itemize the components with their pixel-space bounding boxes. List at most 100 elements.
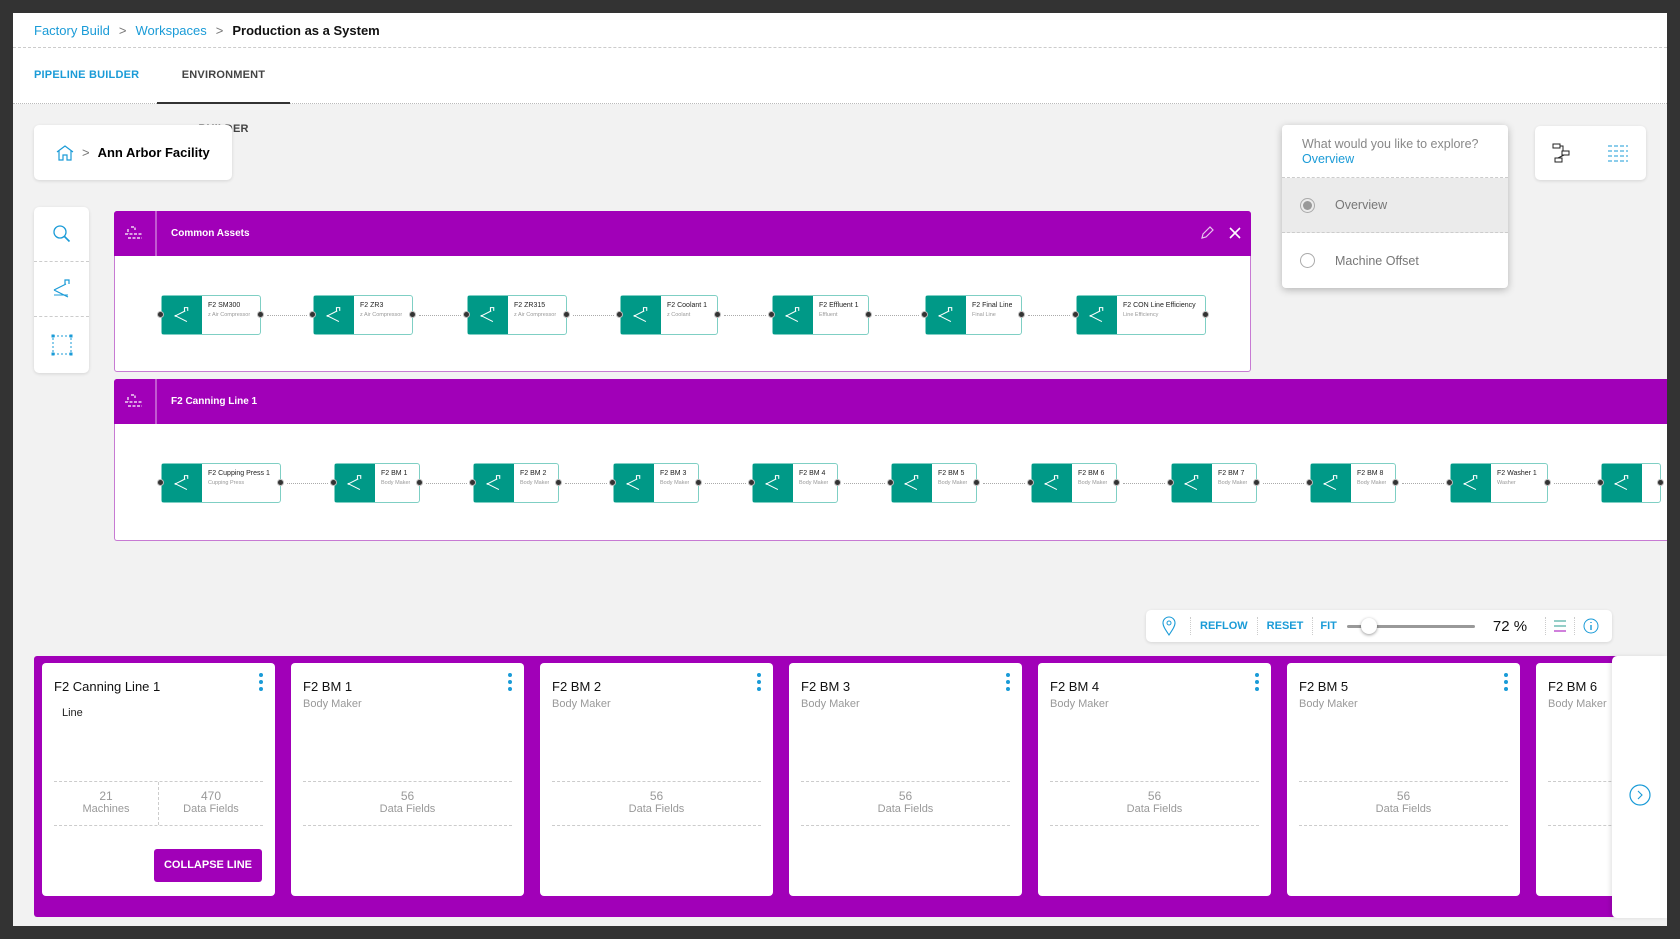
connection-port[interactable] bbox=[463, 311, 470, 318]
connection-port[interactable] bbox=[834, 479, 841, 486]
connection-port[interactable] bbox=[309, 311, 316, 318]
stat-label: Data Fields bbox=[1126, 803, 1183, 815]
connection-port[interactable] bbox=[1113, 479, 1120, 486]
more-options-icon[interactable] bbox=[1006, 673, 1010, 691]
machine-node[interactable]: F2 BM 2 Body Maker bbox=[473, 463, 559, 503]
connection-port[interactable] bbox=[563, 311, 570, 318]
info-icon[interactable] bbox=[1583, 618, 1599, 634]
legend-icon[interactable] bbox=[1553, 619, 1567, 633]
machine-node[interactable]: F2 ZR315 z Air Compressor bbox=[467, 295, 567, 335]
connection-line bbox=[1263, 483, 1304, 484]
connection-port[interactable] bbox=[416, 479, 423, 486]
card-title: F2 BM 2 bbox=[552, 679, 602, 694]
connection-port[interactable] bbox=[748, 479, 755, 486]
radio-checked-icon[interactable] bbox=[1300, 197, 1315, 213]
tab-environment-builder[interactable]: ENVIRONMENT BUILDER bbox=[157, 48, 290, 135]
connection-port[interactable] bbox=[695, 479, 702, 486]
select-area-button[interactable] bbox=[34, 317, 89, 372]
machine-card[interactable]: F2 BM 4 Body Maker 56 Data Fields bbox=[1038, 663, 1271, 896]
connection-port[interactable] bbox=[1392, 479, 1399, 486]
machine-node[interactable]: F2 Washer 1 Washer bbox=[1450, 463, 1548, 503]
add-machine-button[interactable] bbox=[34, 262, 89, 317]
hierarchy-view-icon[interactable] bbox=[1552, 143, 1572, 163]
connection-port[interactable] bbox=[887, 479, 894, 486]
connection-port[interactable] bbox=[469, 479, 476, 486]
location-pin-icon[interactable] bbox=[1162, 616, 1176, 636]
connection-port[interactable] bbox=[1027, 479, 1034, 486]
explore-select[interactable]: What would you like to explore? Overview bbox=[1282, 125, 1508, 178]
breadcrumb-factory-build[interactable]: Factory Build bbox=[34, 23, 110, 38]
machine-node[interactable]: F2 BM 7 Body Maker bbox=[1171, 463, 1257, 503]
connection-port[interactable] bbox=[1167, 479, 1174, 486]
machine-node[interactable]: F2 ZR3 z Air Compressor bbox=[313, 295, 413, 335]
machine-card[interactable]: F2 Canning Line 1 Line 21 Machines 470 Data F… bbox=[42, 663, 275, 896]
machine-card[interactable]: F2 BM 2 Body Maker 56 Data Fields bbox=[540, 663, 773, 896]
view-switcher bbox=[1535, 126, 1646, 180]
search-button[interactable] bbox=[34, 207, 89, 262]
collapse-line-button[interactable]: COLLAPSE LINE bbox=[154, 849, 262, 882]
machine-node[interactable]: F2 BM 4 Body Maker bbox=[752, 463, 838, 503]
machine-card[interactable]: F2 BM 5 Body Maker 56 Data Fields bbox=[1287, 663, 1520, 896]
machine-card[interactable]: F2 BM 1 Body Maker 56 Data Fields bbox=[291, 663, 524, 896]
table-view-icon[interactable] bbox=[1607, 144, 1629, 162]
connection-port[interactable] bbox=[1202, 311, 1209, 318]
close-icon[interactable] bbox=[1228, 226, 1242, 240]
connection-port[interactable] bbox=[1657, 479, 1664, 486]
machine-node[interactable]: F2 BM 3 Body Maker bbox=[613, 463, 699, 503]
more-options-icon[interactable] bbox=[259, 673, 263, 691]
connection-port[interactable] bbox=[330, 479, 337, 486]
machine-node[interactable]: F2 BM 5 Body Maker bbox=[891, 463, 977, 503]
chevron-right-circle-icon[interactable] bbox=[1629, 784, 1651, 806]
connection-port[interactable] bbox=[1018, 311, 1025, 318]
machine-card[interactable]: F2 BM 3 Body Maker 56 Data Fields bbox=[789, 663, 1022, 896]
connection-port[interactable] bbox=[1306, 479, 1313, 486]
connection-port[interactable] bbox=[1544, 479, 1551, 486]
connection-port[interactable] bbox=[609, 479, 616, 486]
connection-port[interactable] bbox=[1072, 311, 1079, 318]
connection-port[interactable] bbox=[555, 479, 562, 486]
connection-port[interactable] bbox=[409, 311, 416, 318]
breadcrumb-workspaces[interactable]: Workspaces bbox=[135, 23, 206, 38]
more-options-icon[interactable] bbox=[757, 673, 761, 691]
fit-button[interactable]: FIT bbox=[1320, 620, 1337, 632]
connection-port[interactable] bbox=[714, 311, 721, 318]
machine-node[interactable] bbox=[1601, 463, 1661, 503]
option-overview[interactable]: Overview bbox=[1282, 178, 1508, 233]
machine-node[interactable]: F2 Cupping Press 1 Cupping Press bbox=[161, 463, 281, 503]
connection-port[interactable] bbox=[865, 311, 872, 318]
node-type: Body Maker bbox=[1078, 480, 1108, 486]
connection-port[interactable] bbox=[157, 311, 164, 318]
connection-port[interactable] bbox=[768, 311, 775, 318]
more-options-icon[interactable] bbox=[1504, 673, 1508, 691]
connection-port[interactable] bbox=[277, 479, 284, 486]
machine-node[interactable]: F2 CON Line Efficiency Line Efficiency bbox=[1076, 295, 1206, 335]
connection-port[interactable] bbox=[973, 479, 980, 486]
connection-port[interactable] bbox=[616, 311, 623, 318]
machine-node[interactable]: F2 Effluent 1 Effluent bbox=[772, 295, 869, 335]
machine-node[interactable]: F2 SM300 z Air Compressor bbox=[161, 295, 261, 335]
connection-port[interactable] bbox=[257, 311, 264, 318]
more-options-icon[interactable] bbox=[1255, 673, 1259, 691]
machine-node[interactable]: F2 BM 6 Body Maker bbox=[1031, 463, 1117, 503]
slider-handle[interactable] bbox=[1361, 618, 1378, 634]
connection-port[interactable] bbox=[921, 311, 928, 318]
more-options-icon[interactable] bbox=[508, 673, 512, 691]
zoom-slider[interactable] bbox=[1346, 618, 1475, 634]
connection-port[interactable] bbox=[157, 479, 164, 486]
reset-button[interactable]: RESET bbox=[1267, 620, 1304, 632]
home-icon[interactable] bbox=[56, 144, 74, 161]
app-window: Factory Build > Workspaces > Production as… bbox=[13, 13, 1667, 926]
machine-node[interactable]: F2 BM 8 Body Maker bbox=[1310, 463, 1396, 503]
machine-node[interactable]: F2 Coolant 1 z Coolant bbox=[620, 295, 718, 335]
connection-port[interactable] bbox=[1253, 479, 1260, 486]
connection-port[interactable] bbox=[1446, 479, 1453, 486]
machine-node[interactable]: F2 BM 1 Body Maker bbox=[334, 463, 420, 503]
machine-icon bbox=[335, 464, 375, 502]
reflow-button[interactable]: REFLOW bbox=[1200, 620, 1248, 632]
option-machine-offset[interactable]: Machine Offset bbox=[1282, 233, 1508, 288]
edit-icon[interactable] bbox=[1199, 225, 1215, 241]
machine-node[interactable]: F2 Final Line Final Line bbox=[925, 295, 1022, 335]
tab-pipeline-builder[interactable]: PIPELINE BUILDER bbox=[34, 48, 139, 104]
radio-unchecked-icon[interactable] bbox=[1300, 253, 1315, 268]
connection-port[interactable] bbox=[1597, 479, 1604, 486]
